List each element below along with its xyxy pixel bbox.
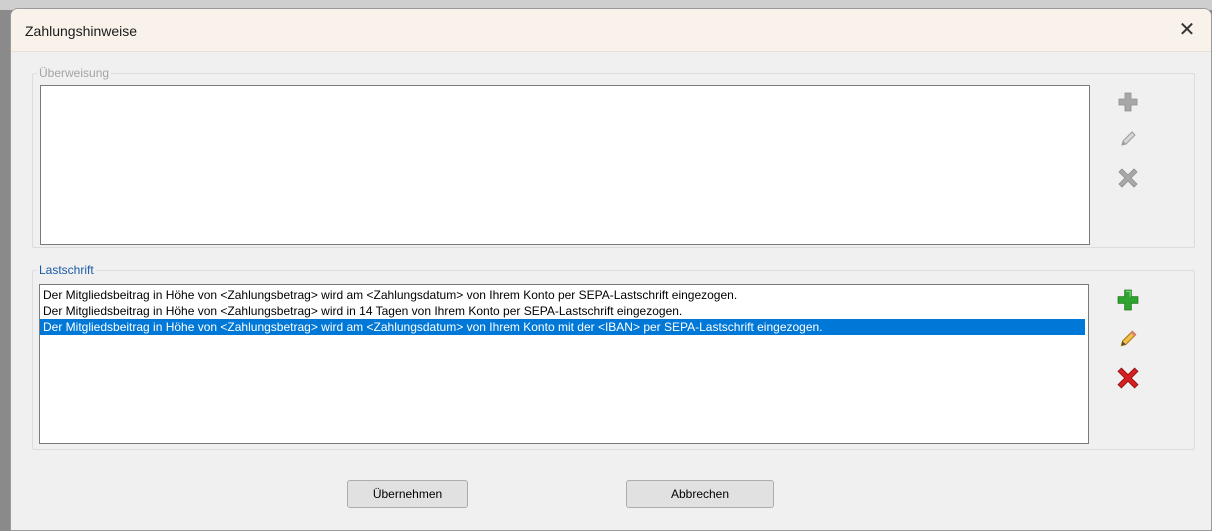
ueberweisung-delete-button[interactable] bbox=[1115, 165, 1141, 191]
uebernehmen-button[interactable]: Übernehmen bbox=[347, 480, 468, 508]
plus-icon bbox=[1118, 92, 1138, 112]
title-bar: Zahlungshinweise ✕ bbox=[11, 9, 1211, 52]
list-item[interactable]: Der Mitgliedsbeitrag in Höhe von <Zahlun… bbox=[40, 287, 1085, 303]
list-item[interactable]: Der Mitgliedsbeitrag in Höhe von <Zahlun… bbox=[40, 319, 1085, 335]
lastschrift-add-button[interactable] bbox=[1115, 287, 1141, 313]
close-icon[interactable]: ✕ bbox=[1169, 15, 1205, 45]
ueberweisung-add-button[interactable] bbox=[1115, 89, 1141, 115]
lastschrift-list[interactable]: Der Mitgliedsbeitrag in Höhe von <Zahlun… bbox=[39, 284, 1089, 444]
ueberweisung-edit-button[interactable] bbox=[1115, 126, 1141, 152]
x-icon bbox=[1118, 168, 1138, 188]
dialog-title: Zahlungshinweise bbox=[25, 23, 138, 39]
pencil-icon bbox=[1118, 129, 1138, 149]
lastschrift-delete-button[interactable] bbox=[1115, 365, 1141, 391]
lastschrift-legend: Lastschrift bbox=[39, 263, 94, 277]
ueberweisung-list[interactable] bbox=[40, 85, 1090, 245]
x-icon bbox=[1117, 367, 1139, 389]
plus-icon bbox=[1117, 289, 1139, 311]
pencil-icon bbox=[1117, 328, 1139, 350]
ueberweisung-legend: Überweisung bbox=[39, 66, 110, 80]
abbrechen-button[interactable]: Abbrechen bbox=[626, 480, 774, 508]
list-item[interactable]: Der Mitgliedsbeitrag in Höhe von <Zahlun… bbox=[40, 303, 1085, 319]
lastschrift-edit-button[interactable] bbox=[1115, 326, 1141, 352]
